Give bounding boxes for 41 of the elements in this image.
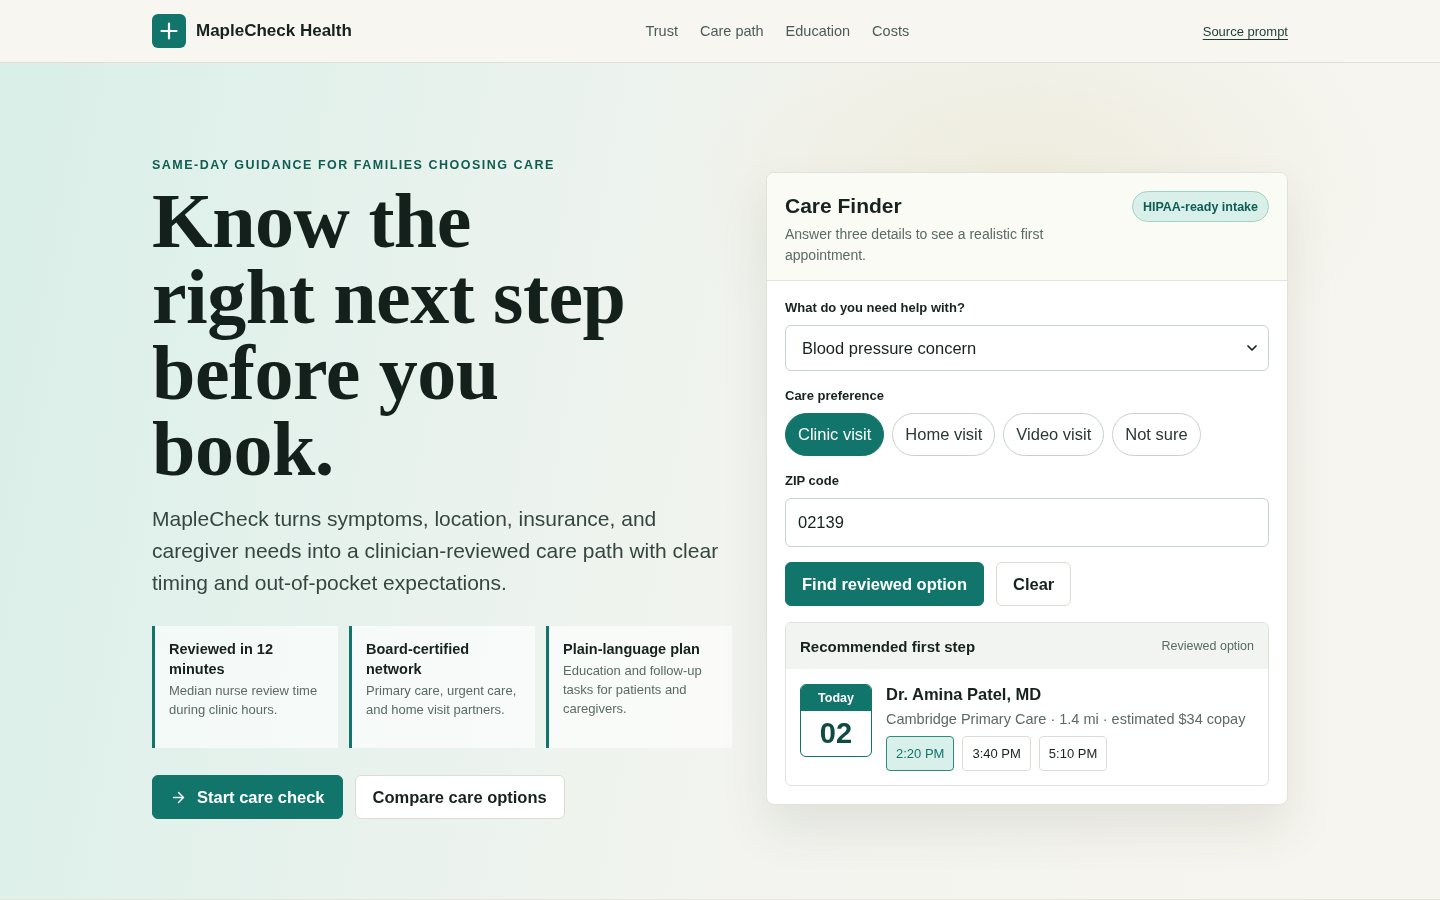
time-slot[interactable]: 5:10 PM [1038,736,1108,771]
feature-text: Median nurse review time during clinic hours. [169,682,319,719]
need-select[interactable]: Blood pressure concern [785,325,1269,371]
date-day: 02 [801,711,871,756]
feature-title: Reviewed in 12 minutes [169,640,274,679]
result-title: Recommended first step [800,637,976,655]
clear-button[interactable]: Clear [996,562,1072,606]
hero-headline: Know the right next step before you book. [152,183,627,487]
card-title: Care Finder [785,193,903,219]
time-slot[interactable]: 3:40 PM [962,736,1031,771]
field-label: What do you need help with? [785,300,966,316]
time-slot[interactable]: 2:20 PM [886,736,955,771]
preference-option[interactable]: Video visit [1003,413,1105,456]
nav-link[interactable]: Care path [699,23,764,39]
start-button[interactable]: Start care check [152,775,343,819]
compare-button[interactable]: Compare care options [354,775,565,819]
intake-badge: HIPAA-ready intake [1131,191,1269,222]
hero-lead: MapleCheck turns symptoms, location, insurance, and caregiver needs into a clinician-reviewed care path with clear timing and out-of-pocket expectations. [152,506,720,596]
date-label: Today [801,685,871,711]
feature-title: Board-certified network [366,640,471,679]
feature-title: Plain-language plan [563,640,701,659]
source-link[interactable]: Source prompt [1202,23,1288,39]
result-tag: Reviewed option [1161,639,1254,653]
card-subtitle: Answer three details to see a realistic first appointment. [785,225,1045,265]
provider-details: Cambridge Primary Care · 1.4 mi · estimated $34 copay [886,710,1246,729]
zip-input[interactable]: 02139 [785,498,1269,547]
preference-option[interactable]: Clinic visit [785,413,885,456]
find-button[interactable]: Find reviewed option [785,562,984,606]
field-label: ZIP code [785,473,840,489]
brand-name: MapleCheck Health [196,21,352,41]
preference-option[interactable]: Home visit [892,413,996,456]
nav-link[interactable]: Costs [872,23,910,39]
field-label: Care preference [785,388,885,404]
plus-logo-icon [152,14,186,48]
feature-text: Education and follow-up tasks for patients and caregivers. [563,662,703,718]
eyebrow-text: SAME-DAY GUIDANCE FOR FAMILIES CHOOSING CARE [152,157,556,173]
nav-link[interactable]: Education [785,23,851,39]
provider-name: Dr. Amina Patel, MD [886,684,1043,704]
feature-text: Primary care, urgent care, and home visit partners. [366,682,518,719]
preference-option[interactable]: Not sure [1112,413,1201,456]
nav-link[interactable]: Trust [645,23,678,39]
